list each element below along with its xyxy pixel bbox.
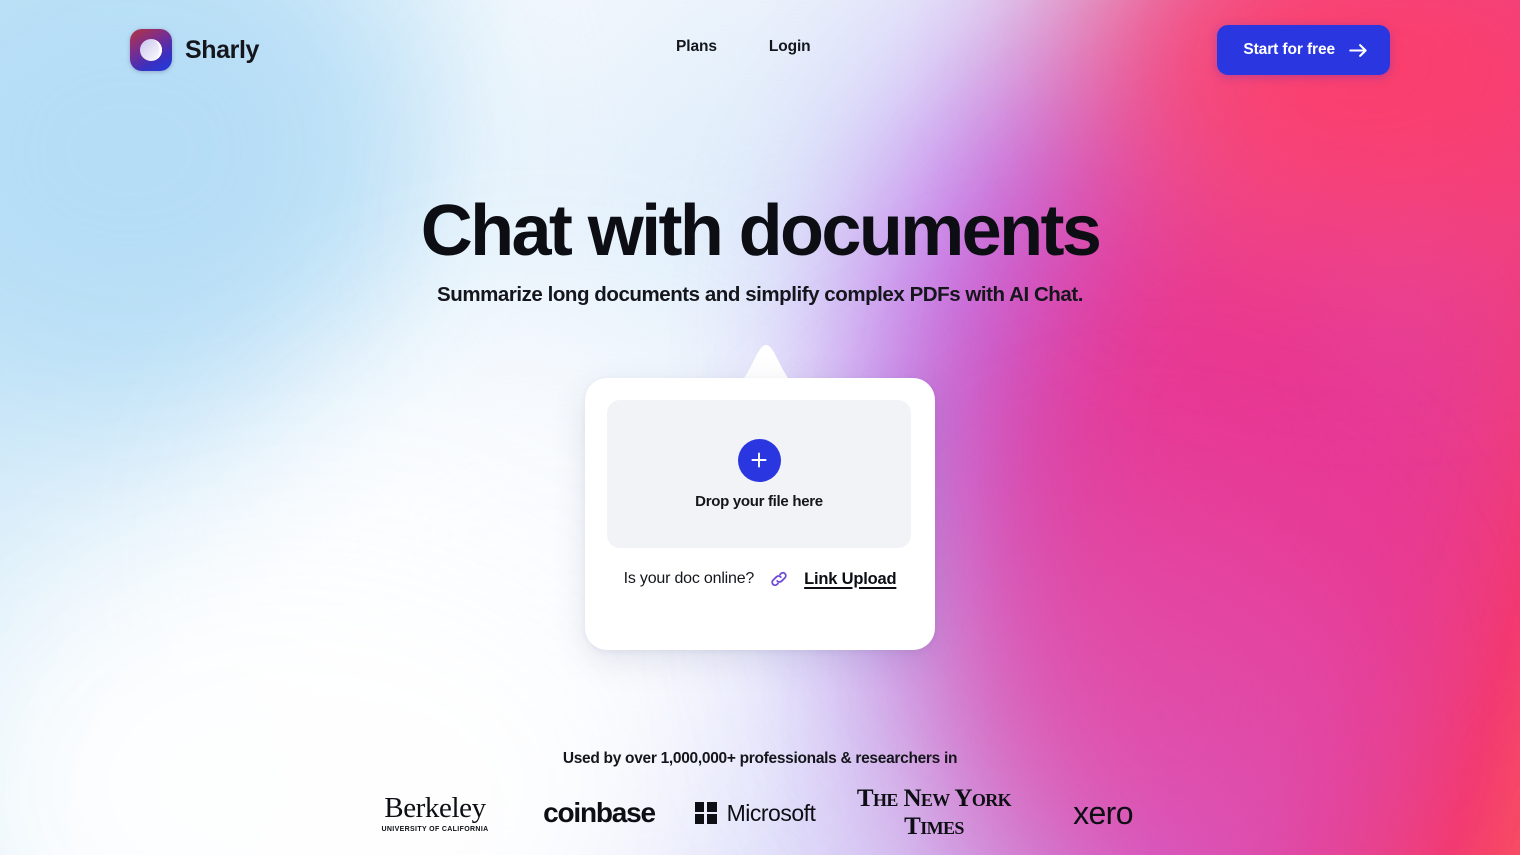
cta-label: Start for free — [1243, 41, 1335, 58]
site-header: Sharly Plans Login Start for free — [0, 0, 1520, 100]
upload-card: Drop your file here Is your doc online? … — [585, 378, 935, 650]
hero-section: Chat with documents Summarize long docum… — [0, 188, 1520, 307]
logo-new-york-times: The New York Times — [835, 785, 1033, 840]
logo-coinbase: coinbase — [523, 793, 675, 833]
file-dropzone[interactable]: Drop your file here — [607, 400, 911, 548]
logo-microsoft-word: Microsoft — [726, 799, 816, 826]
link-upload-link[interactable]: Link Upload — [804, 570, 896, 589]
start-for-free-button[interactable]: Start for free — [1217, 25, 1390, 75]
main-navigation: Plans Login — [676, 38, 811, 56]
sharly-orb-icon — [130, 29, 172, 71]
paperclip-link-icon[interactable] — [768, 568, 790, 590]
nav-item-login[interactable]: Login — [769, 38, 811, 56]
logo-berkeley-subtitle: UNIVERSITY OF CALIFORNIA — [381, 825, 489, 833]
arrow-right-icon — [1349, 43, 1368, 58]
link-upload-row: Is your doc online? Link Upload — [607, 568, 913, 590]
social-proof-section: Used by over 1,000,000+ professionals & … — [0, 750, 1520, 840]
logo-xero: xero — [1033, 793, 1173, 833]
plus-icon[interactable] — [737, 438, 781, 482]
brand-name: Sharly — [185, 35, 260, 64]
logo-berkeley-word: Berkeley — [384, 791, 486, 824]
logo-coinbase-word: coinbase — [543, 797, 656, 828]
logo-nyt-word: The New York Times — [856, 785, 1012, 840]
page-subtitle: Summarize long documents and simplify co… — [437, 283, 1083, 306]
brand-logo[interactable]: Sharly — [130, 29, 259, 71]
logo-microsoft: Microsoft — [675, 793, 835, 833]
social-proof-text: Used by over 1,000,000+ professionals & … — [562, 750, 958, 767]
doc-online-question: Is your doc online? — [623, 570, 755, 587]
logo-berkeley: Berkeley UNIVERSITY OF CALIFORNIA — [347, 793, 523, 833]
microsoft-squares-icon — [694, 802, 717, 824]
dropzone-label: Drop your file here — [695, 492, 823, 510]
nav-item-plans[interactable]: Plans — [676, 38, 717, 56]
logo-xero-word: xero — [1073, 794, 1133, 831]
page-title: Chat with documents — [420, 191, 1102, 271]
customer-logos: Berkeley UNIVERSITY OF CALIFORNIA coinba… — [0, 785, 1520, 840]
